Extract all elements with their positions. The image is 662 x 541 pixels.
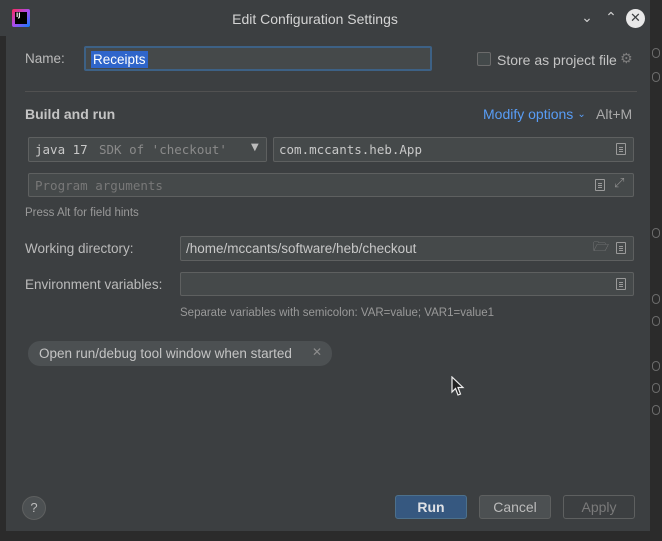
dropdown-arrow-icon: ▼ xyxy=(251,142,259,153)
chevron-down-icon: ⌄ xyxy=(577,109,586,120)
apply-button[interactable]: Apply xyxy=(563,495,635,519)
build-and-run-heading: Build and run xyxy=(25,106,116,122)
sdk-java-version: java 17 xyxy=(35,142,88,157)
store-as-project-file-checkbox[interactable] xyxy=(477,52,491,66)
chip-label: Open run/debug tool window when started xyxy=(39,346,292,361)
title-bar[interactable]: IJ Edit Configuration Settings ⌄ ⌃ ✕ xyxy=(0,0,650,36)
background-gutter-mark xyxy=(652,405,660,415)
environment-variables-input[interactable] xyxy=(180,272,634,296)
name-input[interactable]: Receipts xyxy=(84,46,432,71)
sdk-detail: SDK of 'checkout' xyxy=(99,142,227,157)
expand-icon[interactable]: ⤢ xyxy=(614,177,624,191)
background-gutter-mark xyxy=(652,316,660,326)
name-label: Name: xyxy=(25,51,65,66)
background-gutter-mark xyxy=(652,48,660,58)
name-input-value: Receipts xyxy=(91,51,148,68)
main-class-field[interactable]: com.mccants.heb.App xyxy=(273,137,634,162)
gear-icon[interactable]: ⚙ xyxy=(620,52,634,66)
background-gutter-mark xyxy=(652,383,660,393)
background-gutter-mark xyxy=(652,294,660,304)
modify-options-shortcut: Alt+M xyxy=(596,106,633,122)
run-button[interactable]: Run xyxy=(395,495,467,519)
insert-macro-icon[interactable] xyxy=(616,242,626,254)
working-directory-input[interactable]: /home/mccants/software/heb/checkout 🗁 xyxy=(180,236,634,261)
open-tool-window-option-chip[interactable]: Open run/debug tool window when started … xyxy=(28,341,332,366)
modify-options-label: Modify options xyxy=(483,106,574,122)
background-gutter-mark xyxy=(652,228,660,238)
browse-class-icon[interactable] xyxy=(616,143,626,155)
edit-environment-variables-icon[interactable] xyxy=(616,278,626,290)
background-gutter-mark xyxy=(652,361,660,371)
program-arguments-input[interactable]: Program arguments ⤢ xyxy=(28,173,634,197)
store-as-project-file-label[interactable]: Store as project file xyxy=(497,52,617,68)
working-directory-label: Working directory: xyxy=(25,241,134,256)
working-directory-value: /home/mccants/software/heb/checkout xyxy=(186,241,417,256)
folder-icon[interactable]: 🗁 xyxy=(593,241,609,255)
sdk-dropdown[interactable]: java 17 SDK of 'checkout' ▼ xyxy=(28,137,267,162)
maximize-button[interactable]: ⌃ xyxy=(602,9,620,27)
environment-variables-hint: Separate variables with semicolon: VAR=v… xyxy=(180,307,495,319)
modify-options-link[interactable]: Modify options ⌄ xyxy=(483,106,586,123)
main-class-value: com.mccants.heb.App xyxy=(279,142,422,157)
program-arguments-placeholder: Program arguments xyxy=(35,178,163,193)
insert-macro-icon[interactable] xyxy=(595,179,605,191)
cancel-button[interactable]: Cancel xyxy=(479,495,551,519)
close-button[interactable]: ✕ xyxy=(626,9,645,28)
dialog-title: Edit Configuration Settings xyxy=(232,11,398,27)
mouse-cursor-icon xyxy=(451,376,465,396)
environment-variables-label: Environment variables: xyxy=(25,277,163,292)
minimize-button[interactable]: ⌄ xyxy=(578,9,596,27)
remove-chip-icon[interactable]: ✕ xyxy=(312,345,322,359)
help-button[interactable]: ? xyxy=(22,496,46,520)
background-gutter-mark xyxy=(652,72,660,82)
divider xyxy=(25,91,637,92)
field-hint-text: Press Alt for field hints xyxy=(25,207,139,219)
